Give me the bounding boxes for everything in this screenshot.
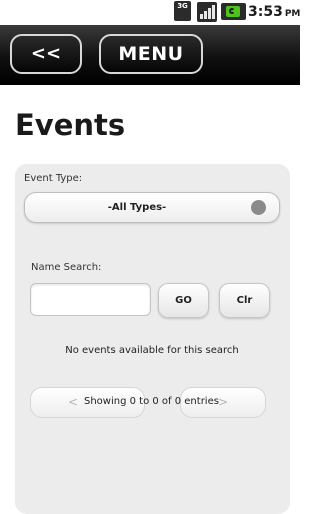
chevron-right-icon: > (218, 395, 229, 409)
network-label: 3G (177, 2, 188, 10)
back-button[interactable]: << (10, 34, 82, 74)
status-ampm: PM (284, 9, 301, 19)
event-type-select[interactable]: -All Types- (24, 192, 280, 223)
event-type-label: Event Type: (24, 173, 83, 184)
clear-button[interactable]: Clr (219, 283, 270, 318)
battery-charging-icon (221, 3, 246, 20)
go-button[interactable]: GO (158, 283, 209, 318)
event-type-value: -All Types- (107, 202, 167, 213)
dropdown-indicator-icon (251, 200, 266, 215)
status-time: 3:53 PM (248, 4, 301, 20)
chevron-left-icon: < (68, 395, 79, 409)
empty-results-message: No events available for this search (65, 345, 239, 356)
signal-strength-icon (197, 2, 217, 22)
top-toolbar: << MENU (0, 25, 300, 85)
name-search-input[interactable] (30, 283, 151, 316)
status-bar: 3G 3:53 PM (0, 0, 300, 25)
menu-button[interactable]: MENU (99, 34, 203, 74)
3g-data-icon: 3G (174, 1, 191, 21)
page-title: Events (15, 108, 126, 142)
pager-info: Showing 0 to 0 of 0 entries (84, 396, 219, 407)
name-search-label: Name Search: (31, 262, 102, 273)
